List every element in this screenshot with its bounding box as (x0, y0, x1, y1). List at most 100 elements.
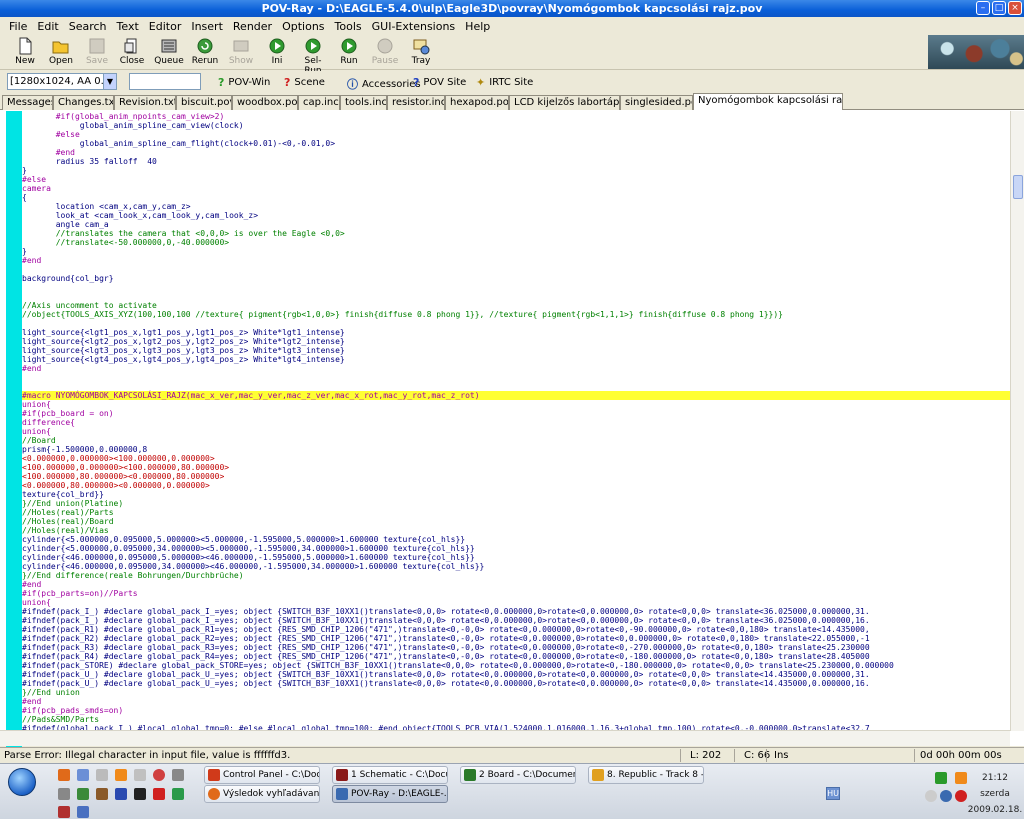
code-line[interactable]: //Holes(real)/Board (22, 517, 114, 526)
code-line[interactable]: light_source{<lgt3_pos_x,lgt3_pos_y,lgt3… (22, 346, 345, 355)
code-line[interactable]: //Holes(real)/Vias (22, 526, 109, 535)
resolution-select[interactable]: [1280x1024, AA 0.3] ▼ (7, 73, 117, 90)
code-line[interactable]: #ifndef(pack_R2) #declare global_pack_R2… (22, 634, 870, 643)
chevron-down-icon[interactable]: ▼ (103, 74, 116, 89)
ini-button[interactable]: Ini (260, 35, 294, 66)
code-line[interactable]: //Board (22, 436, 56, 445)
quicklaunch-icon[interactable] (172, 769, 184, 781)
code-line[interactable]: global_anim_spline_cam_view(clock) (22, 121, 244, 130)
code-line[interactable]: //object{TOOLS_AXIS_XYZ(100,100,100 //te… (22, 310, 783, 319)
scene-link[interactable]: ? Scene (284, 76, 325, 89)
code-line[interactable]: #ifndef(pack_U_) #declare global_pack_U_… (22, 670, 870, 679)
quicklaunch-icon[interactable] (96, 788, 108, 800)
tab-changes[interactable]: Changes.txt (53, 95, 114, 110)
code-line[interactable]: prism{-1.500000,0.000000,8 (22, 445, 147, 454)
code-line[interactable]: }//End difference(reale Bohrungen/Durchb… (22, 571, 244, 580)
code-line[interactable]: union{ (22, 400, 51, 409)
tab-active-file[interactable]: Nyomógombok kapcsolási rajz.pov (693, 93, 843, 110)
tray-icon[interactable] (940, 790, 952, 802)
pause-button[interactable]: Pause (368, 35, 402, 66)
clock-time[interactable]: 21:12 (972, 773, 1018, 783)
code-line[interactable]: //Pads&SMD/Parts (22, 715, 99, 724)
queue-button[interactable]: Queue (152, 35, 186, 66)
code-line[interactable]: //Holes(real)/Parts (22, 508, 114, 517)
menu-edit[interactable]: Edit (32, 20, 63, 33)
open-button[interactable]: Open (44, 35, 78, 66)
code-line[interactable]: background{col_bgr} (22, 274, 114, 283)
tray-icon[interactable] (935, 772, 947, 784)
code-line[interactable]: }//End union(Platine) (22, 499, 123, 508)
code-line[interactable]: //translate<-50.000000,0,-40.000000> (22, 238, 229, 247)
task-browser[interactable]: Výsledok vyhľadávani... (204, 785, 320, 803)
task-media-player[interactable]: 8. Republic - Track 8 -... (588, 766, 704, 784)
code-line[interactable]: #end (22, 364, 41, 373)
tab-lcd[interactable]: LCD kijelzős labortáp.pov (509, 95, 620, 110)
tab-messages[interactable]: Messages (2, 95, 53, 110)
code-line[interactable]: light_source{<lgt4_pos_x,lgt4_pos_y,lgt4… (22, 355, 345, 364)
code-line[interactable]: } (22, 166, 27, 175)
code-line[interactable]: #if(pcb_board = on) (22, 409, 114, 418)
tab-tools[interactable]: tools.inc (340, 95, 387, 110)
code-line[interactable]: cylinder{<46.000000,0.095000,34.000000><… (22, 562, 484, 571)
menu-file[interactable]: File (4, 20, 32, 33)
task-board[interactable]: 2 Board - C:\Document... (460, 766, 576, 784)
code-line[interactable]: look_at <cam_look_x,cam_look_y,cam_look_… (22, 211, 258, 220)
quicklaunch-icon[interactable] (77, 769, 89, 781)
task-schematic[interactable]: 1 Schematic - C:\Docu... (332, 766, 448, 784)
code-line[interactable]: difference{ (22, 418, 75, 427)
menu-insert[interactable]: Insert (186, 20, 228, 33)
quicklaunch-icon[interactable] (96, 769, 108, 781)
menu-tools[interactable]: Tools (330, 20, 367, 33)
quicklaunch-icon[interactable] (58, 806, 70, 818)
code-line[interactable]: location <cam_x,cam_y,cam_z> (22, 202, 191, 211)
quicklaunch-icon[interactable] (77, 806, 89, 818)
tray-icon[interactable] (955, 772, 967, 784)
show-button[interactable]: Show (224, 35, 258, 66)
rerun-button[interactable]: Rerun (188, 35, 222, 66)
start-button[interactable] (8, 768, 36, 796)
code-line[interactable]: { (22, 193, 27, 202)
code-line[interactable]: #ifndef(pack_R1) #declare global_pack_R1… (22, 625, 870, 634)
quicklaunch-icon[interactable] (115, 769, 127, 781)
menu-options[interactable]: Options (277, 20, 329, 33)
new-button[interactable]: New (8, 35, 42, 66)
quicklaunch-icon[interactable] (153, 788, 165, 800)
tab-biscuit[interactable]: biscuit.pov (176, 95, 232, 110)
menu-search[interactable]: Search (64, 20, 112, 33)
accessories-link[interactable]: ⓘ Accessories (347, 76, 421, 92)
command-line-field[interactable] (129, 73, 201, 90)
firefox-quicklaunch-icon[interactable] (58, 769, 70, 781)
tray-icon[interactable] (925, 790, 937, 802)
code-line[interactable]: camera (22, 184, 51, 193)
tab-singlesided[interactable]: singlesided.pov (620, 95, 693, 110)
code-line[interactable]: }//End union (22, 688, 80, 697)
code-line-current[interactable]: #macro NYOMÓGOMBOK_KAPCSOLÁSI_RAJZ(mac_x… (22, 391, 1010, 400)
menu-editor[interactable]: Editor (144, 20, 187, 33)
code-line[interactable]: #end (22, 697, 41, 706)
code-line[interactable]: <100.000000,80.000000><0.000000,80.00000… (22, 472, 224, 481)
language-indicator[interactable]: HU (826, 787, 840, 800)
code-line[interactable]: union{ (22, 598, 51, 607)
code-line[interactable]: angle cam_a (22, 220, 109, 229)
code-line[interactable]: <0.000000,0.000000><100.000000,0.000000> (22, 454, 215, 463)
code-line[interactable]: light_source{<lgt2_pos_x,lgt2_pos_y,lgt2… (22, 337, 345, 346)
code-line[interactable]: texture{col_brd}} (22, 490, 104, 499)
tab-woodbox[interactable]: woodbox.pov (232, 95, 298, 110)
code-line[interactable]: radius 35 falloff 40 (22, 157, 157, 166)
scroll-thumb[interactable] (1013, 175, 1023, 199)
opera-quicklaunch-icon[interactable] (153, 769, 165, 781)
code-line[interactable]: cylinder{<5.000000,0.095000,5.000000><5.… (22, 535, 465, 544)
tray-button[interactable]: Tray (404, 35, 438, 66)
code-line[interactable]: #ifndef(pack_U_) #declare global_pack_U_… (22, 679, 870, 688)
tab-cap[interactable]: cap.inc (298, 95, 340, 110)
quicklaunch-icon[interactable] (77, 788, 89, 800)
horizontal-scrollbar[interactable] (0, 730, 1010, 746)
code-line[interactable]: <100.000000,0.000000><100.000000,80.0000… (22, 463, 229, 472)
menu-gui-extensions[interactable]: GUI-Extensions (367, 20, 461, 33)
close-file-button[interactable]: Close (115, 35, 149, 66)
save-button[interactable]: Save (80, 35, 114, 66)
task-povray[interactable]: POV-Ray - D:\EAGLE-... (332, 785, 448, 803)
task-control-panel[interactable]: Control Panel - C:\Docu... (204, 766, 320, 784)
code-line[interactable]: #else (22, 130, 80, 139)
code-line[interactable]: #end (22, 148, 75, 157)
